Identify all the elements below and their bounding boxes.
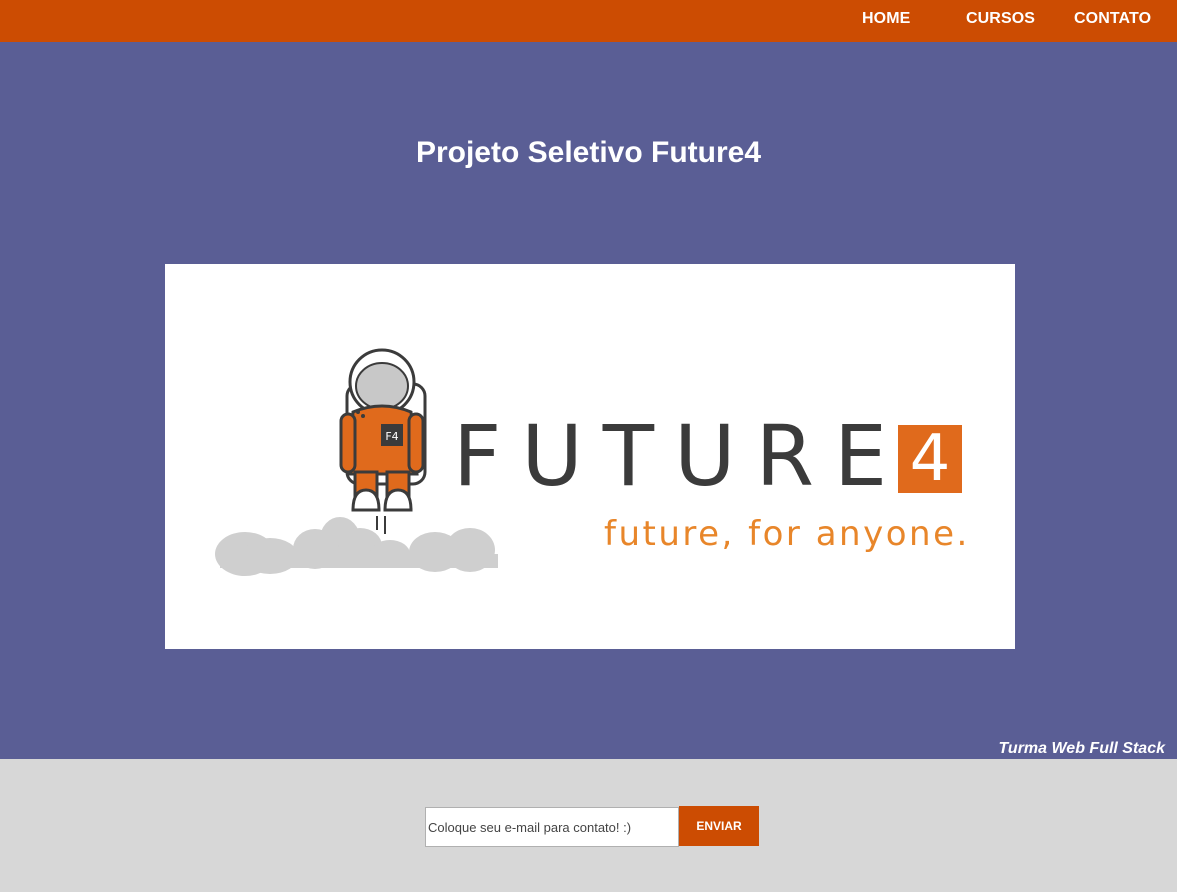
nav-link-home[interactable]: HOME: [862, 10, 910, 28]
logo-number-badge: 4: [898, 425, 962, 493]
future4-logo-banner: F4 FUTURE 4 future, for anyone.: [165, 264, 1015, 649]
astronaut-figure: F4: [339, 348, 427, 534]
turma-label: Turma Web Full Stack: [998, 740, 1165, 757]
top-navbar: HOME CURSOS CONTATO: [0, 0, 1177, 42]
send-button[interactable]: ENVIAR: [679, 806, 759, 846]
logo-tagline: future, for anyone.: [604, 514, 970, 554]
page-title: Projeto Seletivo Future4: [415, 136, 762, 169]
nav-link-cursos[interactable]: CURSOS: [966, 10, 1035, 28]
email-input[interactable]: [425, 807, 679, 847]
chest-badge: F4: [385, 430, 398, 443]
nav-link-contato[interactable]: CONTATO: [1074, 10, 1151, 28]
logo-wordmark: FUTURE: [453, 407, 908, 505]
cloud-shapes: [215, 517, 498, 576]
